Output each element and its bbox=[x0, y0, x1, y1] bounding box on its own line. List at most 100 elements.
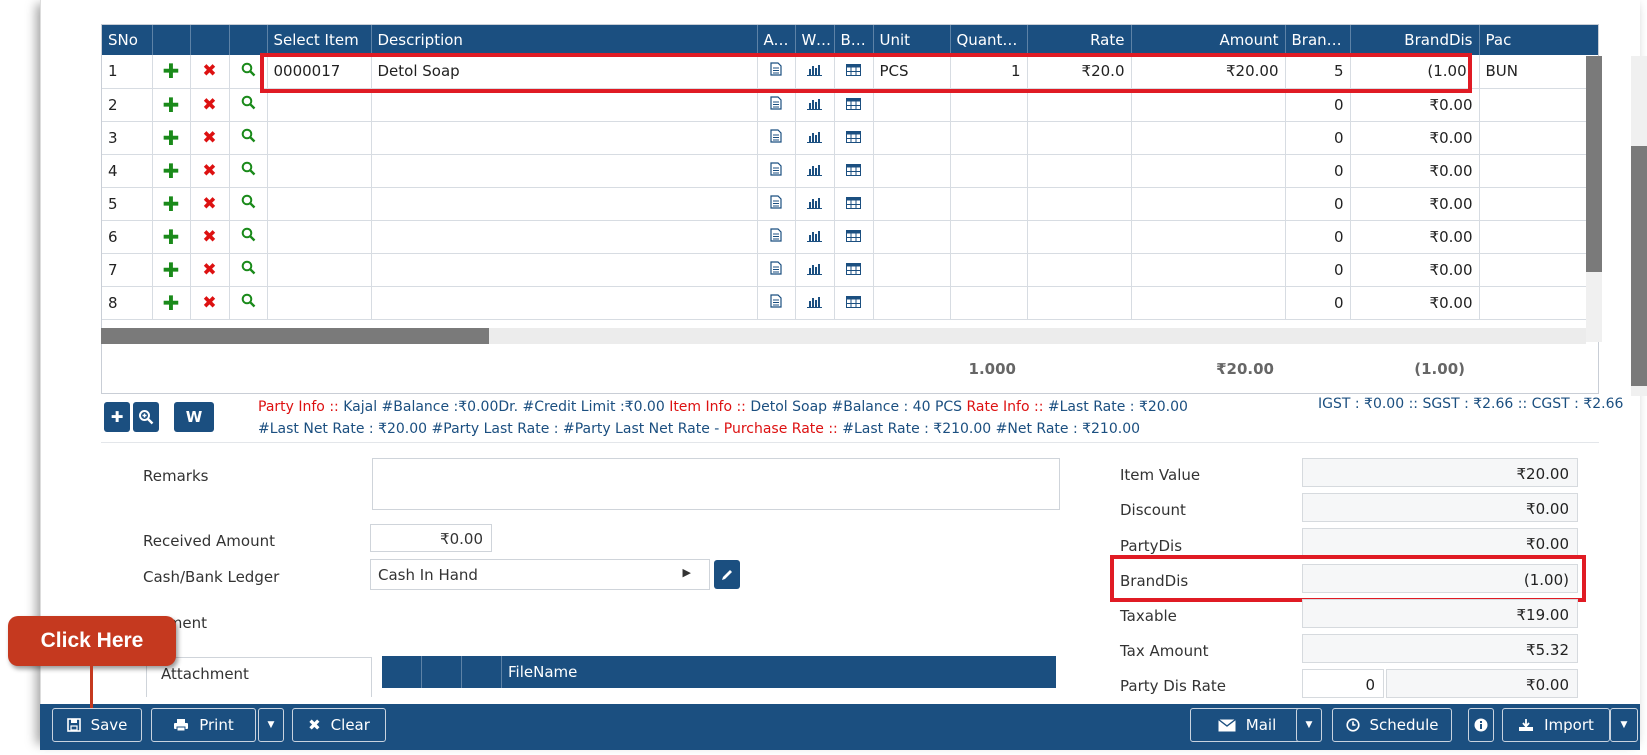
attachment-cell[interactable] bbox=[757, 154, 796, 188]
bar-chart-icon[interactable] bbox=[807, 129, 822, 147]
search-row-cell[interactable] bbox=[229, 121, 268, 155]
bar-chart-icon[interactable] bbox=[807, 195, 822, 213]
wise-cell[interactable] bbox=[795, 220, 835, 254]
bar-chart-icon[interactable] bbox=[807, 96, 822, 114]
column-header[interactable] bbox=[229, 25, 268, 55]
rate-cell[interactable] bbox=[1027, 121, 1132, 155]
delete-row-cell[interactable]: ✖ bbox=[190, 154, 230, 188]
wise-cell[interactable] bbox=[795, 121, 835, 155]
attachment-cell[interactable] bbox=[757, 187, 796, 221]
mail-button[interactable]: Mail bbox=[1190, 708, 1304, 742]
batch-cell[interactable] bbox=[834, 154, 874, 188]
plus-icon[interactable]: ✚ bbox=[163, 159, 180, 183]
brand-cell[interactable]: 0 bbox=[1285, 121, 1351, 155]
page-vertical-scrollbar[interactable] bbox=[1631, 56, 1647, 396]
brand-cell[interactable]: 0 bbox=[1285, 154, 1351, 188]
add-row-cell[interactable]: ✚ bbox=[152, 187, 191, 221]
pack-cell[interactable] bbox=[1479, 88, 1598, 122]
add-row-cell[interactable]: ✚ bbox=[152, 55, 191, 89]
pack-cell[interactable] bbox=[1479, 253, 1598, 287]
close-icon[interactable]: ✖ bbox=[202, 95, 216, 115]
remarks-input[interactable] bbox=[372, 458, 1060, 510]
party-dis-rate-input[interactable]: 0 bbox=[1302, 669, 1384, 698]
column-header[interactable]: BrandDis bbox=[1350, 25, 1480, 55]
search-row-cell[interactable] bbox=[229, 187, 268, 221]
scroll-thumb[interactable] bbox=[101, 328, 489, 344]
close-icon[interactable]: ✖ bbox=[202, 161, 216, 181]
plus-icon[interactable]: ✚ bbox=[163, 258, 180, 282]
quantity-cell[interactable] bbox=[950, 154, 1028, 188]
wise-cell[interactable] bbox=[795, 253, 835, 287]
add-row-cell[interactable]: ✚ bbox=[152, 88, 191, 122]
pack-cell[interactable] bbox=[1479, 154, 1598, 188]
quantity-cell[interactable] bbox=[950, 286, 1028, 320]
batch-cell[interactable] bbox=[834, 121, 874, 155]
rate-cell[interactable] bbox=[1027, 154, 1132, 188]
table-row[interactable]: 6 ✚ ✖ 0 ₹0.00 bbox=[102, 220, 1598, 254]
add-row-cell[interactable]: ✚ bbox=[152, 253, 191, 287]
wise-cell[interactable] bbox=[795, 154, 835, 188]
column-header[interactable]: Description bbox=[371, 25, 758, 55]
rate-cell[interactable] bbox=[1027, 220, 1132, 254]
attachment-cell[interactable] bbox=[757, 220, 796, 254]
plus-icon[interactable]: ✚ bbox=[163, 291, 180, 315]
plus-icon[interactable]: ✚ bbox=[163, 192, 180, 216]
add-row-cell[interactable]: ✚ bbox=[152, 286, 191, 320]
bar-chart-icon[interactable] bbox=[807, 261, 822, 279]
column-header[interactable]: Unit bbox=[873, 25, 951, 55]
column-header[interactable]: Pac bbox=[1479, 25, 1598, 55]
description-cell[interactable] bbox=[371, 286, 758, 320]
select-item-cell[interactable] bbox=[267, 220, 372, 254]
close-icon[interactable]: ✖ bbox=[202, 293, 216, 313]
pack-cell[interactable]: BUN bbox=[1479, 55, 1598, 89]
search-icon[interactable] bbox=[241, 62, 256, 77]
document-icon[interactable] bbox=[770, 161, 782, 180]
column-header[interactable]: Wi... bbox=[795, 25, 835, 55]
table-icon[interactable] bbox=[846, 261, 861, 279]
plus-icon[interactable]: ✚ bbox=[163, 126, 180, 150]
delete-row-cell[interactable]: ✖ bbox=[190, 253, 230, 287]
quantity-cell[interactable] bbox=[950, 253, 1028, 287]
pack-cell[interactable] bbox=[1479, 286, 1598, 320]
search-icon[interactable] bbox=[241, 128, 256, 143]
search-icon[interactable] bbox=[241, 293, 256, 308]
close-icon[interactable]: ✖ bbox=[202, 227, 216, 247]
search-icon[interactable] bbox=[241, 161, 256, 176]
scroll-thumb[interactable] bbox=[1631, 146, 1647, 386]
wise-cell[interactable] bbox=[795, 286, 835, 320]
table-icon[interactable] bbox=[846, 294, 861, 312]
search-icon[interactable] bbox=[241, 194, 256, 209]
column-header[interactable]: Ba... bbox=[834, 25, 874, 55]
description-cell[interactable] bbox=[371, 253, 758, 287]
attachment-tab[interactable]: Attachment bbox=[146, 657, 372, 697]
brand-cell[interactable]: 0 bbox=[1285, 187, 1351, 221]
table-row[interactable]: 7 ✚ ✖ 0 ₹0.00 bbox=[102, 253, 1598, 287]
import-button[interactable]: Import bbox=[1502, 708, 1610, 742]
batch-cell[interactable] bbox=[834, 220, 874, 254]
add-row-button[interactable]: ✚ bbox=[104, 402, 130, 432]
description-cell[interactable] bbox=[371, 187, 758, 221]
print-dropdown-button[interactable]: ▼ bbox=[258, 708, 284, 742]
unit-cell[interactable] bbox=[873, 220, 951, 254]
rate-cell[interactable] bbox=[1027, 286, 1132, 320]
grid-vertical-scrollbar[interactable] bbox=[1586, 56, 1602, 342]
table-icon[interactable] bbox=[846, 195, 861, 213]
bar-chart-icon[interactable] bbox=[807, 162, 822, 180]
attachment-cell[interactable] bbox=[757, 253, 796, 287]
column-header[interactable] bbox=[152, 25, 191, 55]
delete-row-cell[interactable]: ✖ bbox=[190, 187, 230, 221]
select-item-cell[interactable] bbox=[267, 121, 372, 155]
pack-cell[interactable] bbox=[1479, 187, 1598, 221]
select-item-cell[interactable] bbox=[267, 286, 372, 320]
select-item-cell[interactable] bbox=[267, 187, 372, 221]
rate-cell[interactable] bbox=[1027, 187, 1132, 221]
mail-dropdown-button[interactable]: ▼ bbox=[1296, 708, 1322, 742]
column-header[interactable] bbox=[190, 25, 230, 55]
brand-cell[interactable]: 0 bbox=[1285, 220, 1351, 254]
info-button[interactable] bbox=[1468, 708, 1494, 742]
document-icon[interactable] bbox=[770, 293, 782, 312]
description-cell[interactable] bbox=[371, 154, 758, 188]
zoom-search-button[interactable] bbox=[133, 402, 159, 432]
batch-cell[interactable] bbox=[834, 286, 874, 320]
table-icon[interactable] bbox=[846, 162, 861, 180]
